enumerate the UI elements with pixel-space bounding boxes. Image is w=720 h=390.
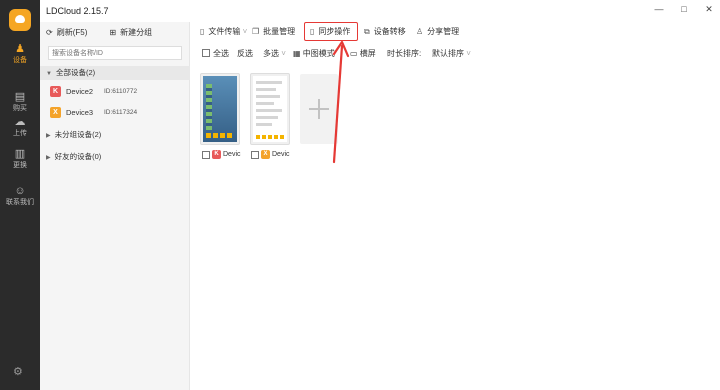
device-name: Device3 [66,107,94,117]
refresh-button[interactable]: ⟳ 刷新(F5) [46,27,87,38]
group-ungrouped[interactable]: ▶ 未分组设备(2) [40,128,190,142]
device-panel: ⟳刷新(F5) ⊞新建分组 ▼全部设备(2) K Device2 ID:6110… [40,22,190,390]
sort-value: 默认排序 [432,49,464,58]
refresh-label: 刷新(F5) [56,28,88,37]
sort-duration-label: 时长排序: [387,49,422,58]
card-checkbox[interactable] [251,150,259,159]
device-transfer-label: 设备转移 [373,27,406,36]
chevron-down-icon: ˅ [279,49,286,58]
sort-dropdown[interactable]: 默认排序 ˅ [432,48,471,59]
maximize-button[interactable]: □ [677,4,691,14]
rail-item-upload[interactable]: ☁ 上传 [0,113,40,147]
new-group-label: 新建分组 [120,28,153,37]
contact-icon: ☺ [14,185,26,197]
select-all-label: 全选 [213,49,229,58]
landscape-label: 横屏 [359,49,376,58]
multi-select-dropdown[interactable]: 多选 ˅ [263,48,286,59]
app-logo [9,9,31,31]
settings-icon[interactable]: ⚙ [13,365,23,378]
device-badge-icon: X [50,106,61,118]
device-card[interactable] [250,73,290,145]
transfer-icon: ⧉ [364,27,370,36]
close-button[interactable]: ✕ [702,4,716,15]
cart-icon: ▤ [14,91,26,103]
group-label: 全部设备(2) [55,68,96,77]
annotation-arrow [332,40,350,164]
group-label: 未分组设备(2) [54,130,102,139]
minimize-button[interactable]: — [652,4,666,14]
device-id: ID:6117324 [104,108,138,116]
folder-add-icon: ⊞ [109,28,117,37]
device-badge-icon: X [261,150,270,159]
card-label[interactable]: K Devic [202,150,241,159]
chevron-down-icon: ˅ [464,49,471,58]
user-icon: ♙ [416,27,424,36]
share-manage-button[interactable]: ♙ 分享管理 [416,26,459,37]
device-id: ID:6110772 [104,87,138,95]
view-toolbar: 全选 反选 多选 ˅ ▦ 中图模式 ▭ 横屏 时长排序: 默认排序 ˅ [190,46,720,62]
device-badge-icon: K [50,85,61,97]
chevron-down-icon: ▼ [46,71,52,77]
rail-item-swap[interactable]: ▥ 更换 [0,145,40,179]
device-icon: ♟ [15,43,25,55]
device-row[interactable]: X Device3 ID:6117324 [50,103,186,121]
upload-icon: ☁ [14,116,26,128]
device-transfer-button[interactable]: ⧉ 设备转移 [364,26,406,37]
card-device-name: Devic [223,151,241,158]
device-screenshot [203,76,237,142]
device-search-input[interactable] [48,46,182,60]
rail-label: 更换 [13,162,27,169]
device-screenshot [253,76,287,142]
device-badge-icon: K [212,150,221,159]
group-friends[interactable]: ▶ 好友的设备(0) [40,150,190,164]
file-transfer-button[interactable]: ▯ 文件传输 ˅ [200,26,247,37]
group-label: 好友的设备(0) [54,152,102,161]
rail-label: 联系我们 [6,199,34,206]
app-title: LDCloud 2.15.7 [46,6,109,16]
swap-icon: ▥ [14,148,26,160]
file-transfer-label: 文件传输 [208,27,241,36]
batch-manage-button[interactable]: ❐ 批量管理 [252,26,295,37]
batch-manage-label: 批量管理 [263,27,296,36]
rail-label: 上传 [13,130,27,137]
device-name: Device2 [66,86,94,96]
checkbox [202,49,210,57]
refresh-icon: ⟳ [46,28,53,37]
card-label[interactable]: X Devic [251,150,290,159]
select-all-checkbox[interactable]: 全选 [202,48,229,59]
left-rail: ♟ 设备 ▤ 购买 ☁ 上传 ▥ 更换 ☺ 联系我们 ⚙ [0,0,40,390]
file-icon: ▯ [200,27,205,36]
landscape-toggle[interactable]: ▭ 横屏 [350,48,376,59]
title-bar: LDCloud 2.15.7 — □ ✕ [40,0,720,22]
rail-label: 设备 [13,57,27,64]
share-manage-label: 分享管理 [427,27,460,36]
landscape-icon: ▭ [350,49,360,58]
device-row[interactable]: K Device2 ID:6110772 [50,82,186,100]
device-card[interactable] [200,73,240,145]
chevron-right-icon: ▶ [46,133,51,139]
card-device-name: Devic [272,151,290,158]
group-all-devices[interactable]: ▼ 全部设备(2) [40,66,190,80]
chevron-right-icon: ▶ [46,155,51,161]
multi-select-label: 多选 [263,49,279,58]
card-checkbox[interactable] [202,150,210,159]
main-toolbar: ▯ 文件传输 ˅ ❐ 批量管理 ▯ 同步操作 ⧉ 设备转移 ♙ 分享管理 [190,22,720,42]
rail-item-contact[interactable]: ☺ 联系我们 [0,182,40,216]
chevron-down-icon: ˅ [240,27,248,36]
grid-icon: ▦ [293,49,303,58]
invert-selection-button[interactable]: 反选 [237,48,253,59]
batch-icon: ❐ [252,27,260,36]
new-group-button[interactable]: ⊞ 新建分组 [109,27,152,38]
rail-item-devices[interactable]: ♟ 设备 [0,40,40,74]
